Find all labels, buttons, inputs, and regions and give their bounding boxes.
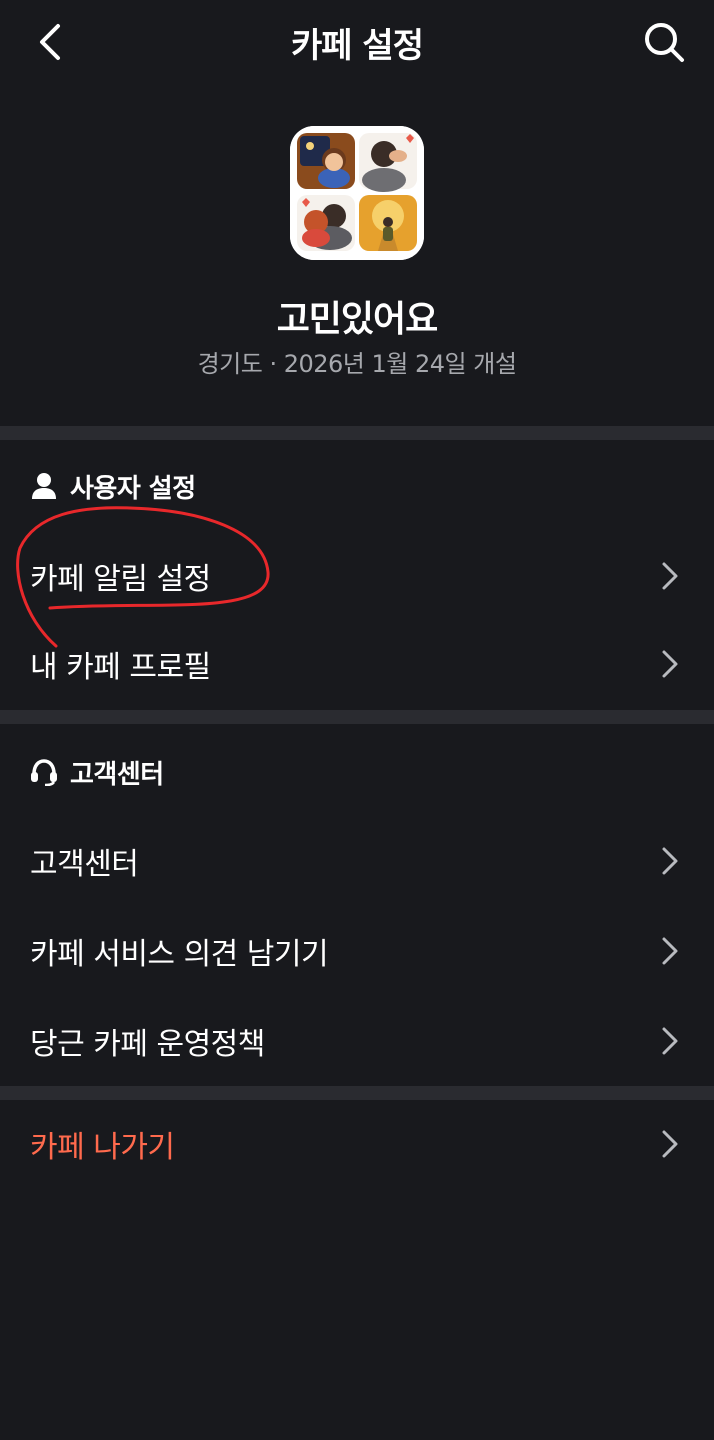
search-icon	[645, 23, 684, 62]
menu-item-label: 고객센터	[30, 847, 139, 882]
section-title: 고객센터	[70, 759, 164, 790]
chevron-right-icon	[656, 935, 684, 967]
cafe-meta: 경기도 · 2026년 1월 24일 개설	[197, 350, 517, 378]
section-header-support: 고객센터	[30, 752, 164, 792]
menu-item-leave-cafe[interactable]: 카페 나가기	[0, 1100, 714, 1188]
app-header: 카페 설정	[0, 0, 714, 84]
chevron-right-icon	[656, 845, 684, 877]
chevron-right-icon	[656, 648, 684, 680]
menu-item-my-cafe-profile[interactable]: 내 카페 프로필	[0, 620, 714, 708]
cafe-name: 고민있어요	[276, 299, 439, 340]
menu-item-customer-center[interactable]: 고객센터	[0, 817, 714, 905]
menu-item-label: 카페 서비스 의견 남기기	[30, 937, 329, 972]
menu-item-label: 당근 카페 운영정책	[30, 1027, 265, 1062]
section-title: 사용자 설정	[70, 473, 196, 504]
person-icon	[30, 472, 58, 500]
chevron-right-icon	[656, 1025, 684, 1057]
menu-item-operation-policy[interactable]: 당근 카페 운영정책	[0, 997, 714, 1085]
menu-item-label: 카페 알림 설정	[30, 562, 211, 597]
menu-item-label: 내 카페 프로필	[30, 650, 211, 685]
chevron-right-icon	[656, 560, 684, 592]
section-divider	[0, 426, 714, 440]
section-divider	[0, 710, 714, 724]
section-divider	[0, 1086, 714, 1100]
search-button[interactable]	[636, 14, 692, 70]
page-title: 카페 설정	[291, 26, 424, 66]
menu-item-cafe-notification-settings[interactable]: 카페 알림 설정	[0, 532, 714, 620]
headset-icon	[30, 758, 58, 786]
cafe-logo	[290, 126, 424, 260]
menu-item-label: 카페 나가기	[30, 1130, 175, 1165]
menu-item-service-feedback[interactable]: 카페 서비스 의견 남기기	[0, 907, 714, 995]
chevron-right-icon	[656, 1128, 684, 1160]
section-header-user: 사용자 설정	[30, 466, 196, 506]
